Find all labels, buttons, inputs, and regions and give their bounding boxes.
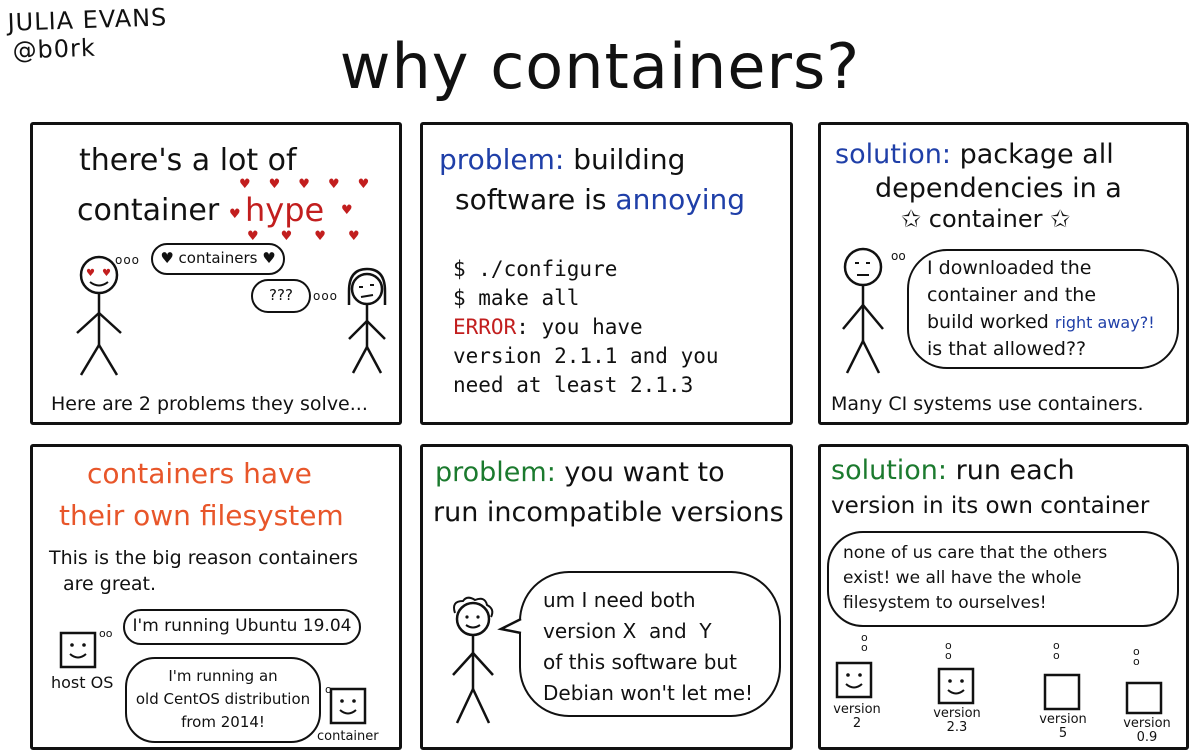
terminal-line: $ make all	[453, 286, 580, 310]
solution-label: solution:	[835, 139, 952, 170]
terminal-line: need at least 2.1.3	[453, 373, 694, 397]
version-label: version	[1123, 716, 1171, 731]
version-container-4: oo version 0.9	[1111, 633, 1181, 745]
version-number: 5	[1058, 726, 1068, 741]
version-face-happy-icon	[937, 667, 975, 705]
panel3-heading-b: dependencies in a	[875, 173, 1122, 204]
solution-label: solution:	[831, 455, 948, 486]
stick-figure-skeptical-icon	[347, 267, 387, 374]
thought-dots-icon: oo	[891, 249, 906, 263]
terminal-line: ERROR: you have	[453, 315, 643, 339]
thought-dots-icon: oo	[1053, 639, 1060, 662]
container-face-icon	[329, 687, 367, 725]
page-title: why containers?	[339, 30, 861, 103]
stick-figure-surprised-icon	[842, 247, 884, 374]
heart-icon: ♥	[229, 207, 241, 222]
panel5-heading-row1: problem: you want to	[435, 457, 725, 488]
terminal-output: $ ./configure $ make all ERROR: you have…	[453, 255, 719, 400]
stick-figure-excited-icon: ♥ ♥	[76, 255, 122, 376]
panel6-heading-b: version in its own container	[831, 493, 1150, 519]
panel-incompatible-versions: problem: you want to run incompatible ve…	[420, 444, 793, 750]
panel4-heading-line2: their own filesystem	[59, 499, 344, 532]
speech-bubble-container: I'm running an old CentOS distribution f…	[125, 657, 321, 743]
version-number: 0.9	[1136, 730, 1158, 745]
container-label: container	[317, 729, 379, 744]
panel-package-dependencies: solution: package all dependencies in a …	[818, 122, 1189, 425]
star-icon: ✩	[901, 205, 922, 233]
panel3-heading-row3: ✩ container ✩	[901, 205, 1070, 233]
version-label: version	[833, 702, 881, 717]
panel4-body: This is the big reason containers are gr…	[49, 547, 359, 595]
panel-container-hype: there's a lot of container hype ♥♥♥♥♥ ♥ …	[30, 122, 402, 425]
panel3-heading-c: container	[928, 205, 1043, 233]
panel2-heading-a: building	[573, 143, 686, 176]
svg-text:♥: ♥	[86, 268, 95, 279]
version-container-2: oo version 2.3	[933, 633, 993, 743]
version-box-icon	[1125, 681, 1163, 715]
version-number: 2.3	[946, 720, 968, 735]
version-label: version	[933, 706, 981, 721]
panel1-footer: Here are 2 problems they solve...	[51, 393, 368, 415]
thought-bubble-whole-filesystem: none of us care that the others exist! w…	[827, 531, 1179, 627]
version-label: version	[1039, 712, 1087, 727]
error-word: ERROR	[453, 315, 517, 339]
panel4-heading-line1: containers have	[87, 457, 312, 490]
panel2-heading-b: software is	[455, 183, 607, 216]
panel-building-software: problem: building software is annoying $…	[420, 122, 793, 425]
panel2-heading-c: annoying	[615, 183, 746, 216]
panel3-footer: Many CI systems use containers.	[831, 393, 1144, 415]
host-os-face-icon	[59, 631, 97, 669]
hearts-icon: ♥♥♥♥♥	[239, 177, 388, 192]
panel3-heading-row1: solution: package all	[835, 139, 1114, 170]
terminal-line: version 2.1.1 and you	[453, 344, 719, 368]
panel6-heading-a: run each	[955, 455, 1075, 486]
panel2-heading-row2: software is annoying	[455, 183, 745, 216]
panel6-heading-row1: solution: run each	[831, 455, 1075, 486]
thought-dots-icon: oo	[1133, 645, 1140, 668]
panel5-heading-b: run incompatible versions	[433, 497, 784, 528]
panel1-heading-line1: there's a lot of	[79, 143, 297, 178]
stick-figure-curly-hair-icon	[452, 596, 494, 724]
thought-bubble-containers: ♥ containers ♥	[151, 243, 285, 275]
panel1-heading-hype: hype	[245, 191, 325, 229]
speech-bubble-downloaded: I downloaded the container and the build…	[907, 249, 1179, 369]
version-container-3: oo version 5	[1029, 633, 1089, 743]
panel5-heading-a: you want to	[564, 457, 725, 488]
speech-tail-icon	[497, 617, 522, 635]
hearts-icon: ♥♥♥♥	[247, 229, 382, 244]
version-number: 2	[852, 716, 862, 731]
panel-own-container-each: solution: run each version in its own co…	[818, 444, 1189, 750]
panel1-heading-line2: container	[77, 193, 220, 228]
host-os-label: host OS	[51, 673, 114, 692]
thought-dots-icon: oo	[99, 627, 113, 640]
version-container-1: oo version 2	[833, 631, 895, 743]
panel-own-filesystem: containers have their own filesystem Thi…	[30, 444, 402, 750]
speech-bubble-need-both: um I need both version X and Y of this s…	[519, 571, 781, 717]
problem-label: problem:	[439, 143, 565, 176]
heart-icon: ♥	[341, 203, 353, 218]
terminal-line: $ ./configure	[453, 257, 618, 281]
version-box-icon	[1043, 673, 1081, 711]
speech-bubble-host: I'm running Ubuntu 19.04	[123, 609, 361, 645]
star-icon: ✩	[1050, 205, 1071, 233]
version-face-happy-icon	[835, 661, 873, 699]
panel2-heading-row1: problem: building	[439, 143, 685, 176]
thought-dots-icon: oo	[945, 639, 952, 662]
thought-dots-icon: ooo	[313, 289, 339, 303]
svg-text:♥: ♥	[102, 268, 111, 279]
problem-label: problem:	[435, 457, 556, 488]
thought-bubble-question: ???	[251, 279, 311, 313]
panel3-heading-a: package all	[959, 139, 1114, 170]
thought-dots-icon: oo	[861, 631, 868, 654]
